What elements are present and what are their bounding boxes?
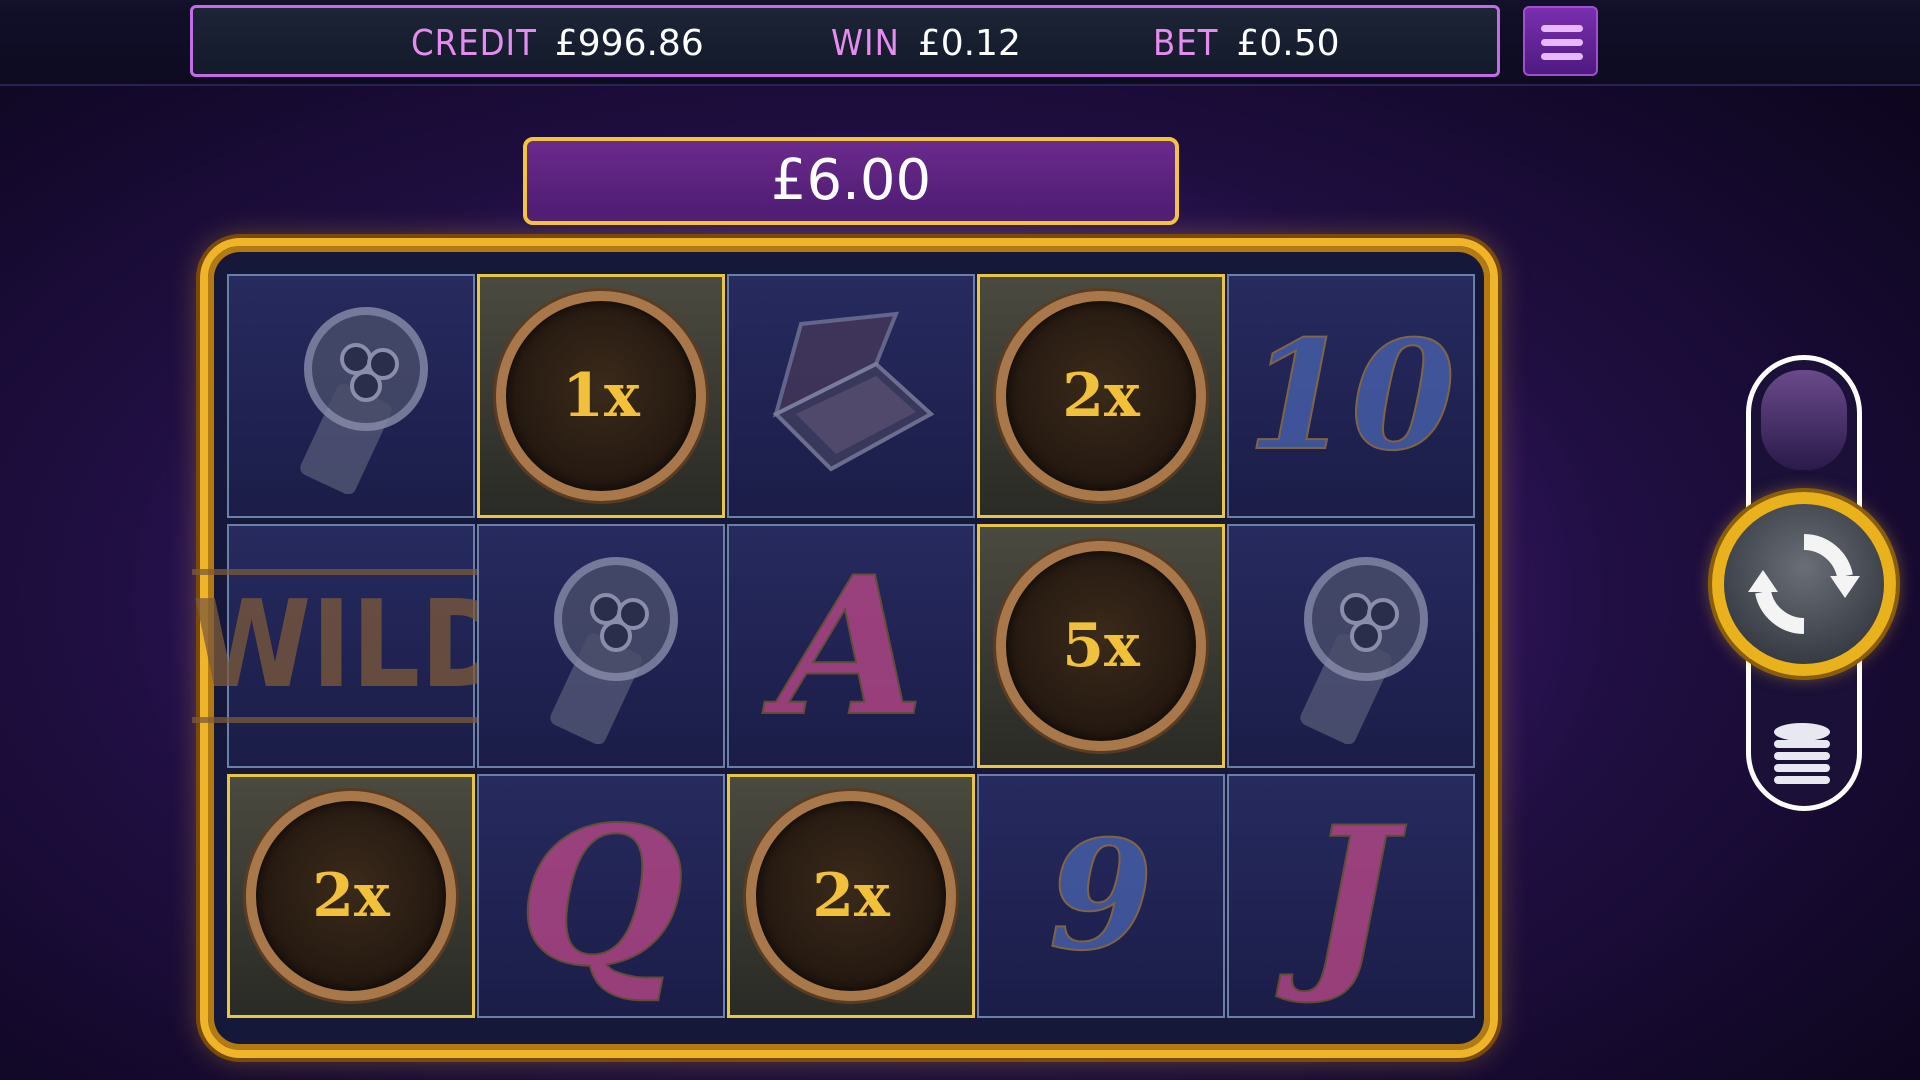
reel-cell: 10 (1227, 274, 1475, 518)
win-display: WIN £0.12 (831, 24, 1021, 64)
wristwatch-icon (511, 544, 691, 748)
multiplier-symbol: 1x (496, 291, 706, 501)
bet-settings-button[interactable] (1770, 720, 1834, 792)
credit-label: CREDIT (411, 23, 537, 64)
reel-cell: J (1227, 774, 1475, 1018)
reel-cell: 2x (227, 774, 475, 1018)
wild-symbol: WILD (192, 569, 510, 723)
reel-cell (227, 274, 475, 518)
multiplier-symbol: 2x (246, 791, 456, 1001)
menu-button[interactable] (1523, 6, 1598, 76)
bet-label: BET (1153, 23, 1219, 64)
reel-cell (1227, 524, 1475, 768)
letter-symbol: A (776, 534, 925, 759)
reel-cell (727, 274, 975, 518)
reel-cell: 1x (477, 274, 725, 518)
coin-stack-icon (1774, 723, 1830, 784)
reel-cell: 5x (977, 524, 1225, 768)
multiplier-symbol: 5x (996, 541, 1206, 751)
multiplier-symbol: 2x (746, 791, 956, 1001)
win-value: £0.12 (917, 23, 1021, 64)
briefcase-icon (756, 304, 946, 488)
reel-cell: WILD (192, 524, 510, 768)
reel-cell: 2x (727, 774, 975, 1018)
reel-cell (477, 524, 725, 768)
total-win-display: £6.00 (523, 137, 1179, 225)
letter-symbol: Q (517, 784, 685, 1009)
credit-value: £996.86 (554, 23, 704, 64)
win-label: WIN (831, 23, 900, 64)
multiplier-symbol: 2x (996, 291, 1206, 501)
number-symbol: 9 (1048, 807, 1154, 985)
reel-cell: 2x (977, 274, 1225, 518)
reel-cell: 9 (977, 774, 1225, 1018)
spin-arrows-icon (1748, 534, 1860, 634)
top-bar: CREDIT £996.86 WIN £0.12 BET £0.50 (0, 0, 1920, 86)
wristwatch-icon (261, 294, 441, 498)
reel-cell: A (727, 524, 975, 768)
stats-panel: CREDIT £996.86 WIN £0.12 BET £0.50 (190, 5, 1500, 77)
credit-display: CREDIT £996.86 (411, 24, 704, 64)
bet-display: BET £0.50 (1153, 24, 1340, 64)
wristwatch-icon (1261, 544, 1441, 748)
number-symbol: 10 (1246, 307, 1457, 485)
letter-symbol: J (1305, 784, 1397, 1009)
bet-value: £0.50 (1236, 23, 1340, 64)
reel-cell: Q (477, 774, 725, 1018)
spin-button[interactable] (1712, 492, 1896, 676)
side-panel-top (1761, 370, 1847, 470)
